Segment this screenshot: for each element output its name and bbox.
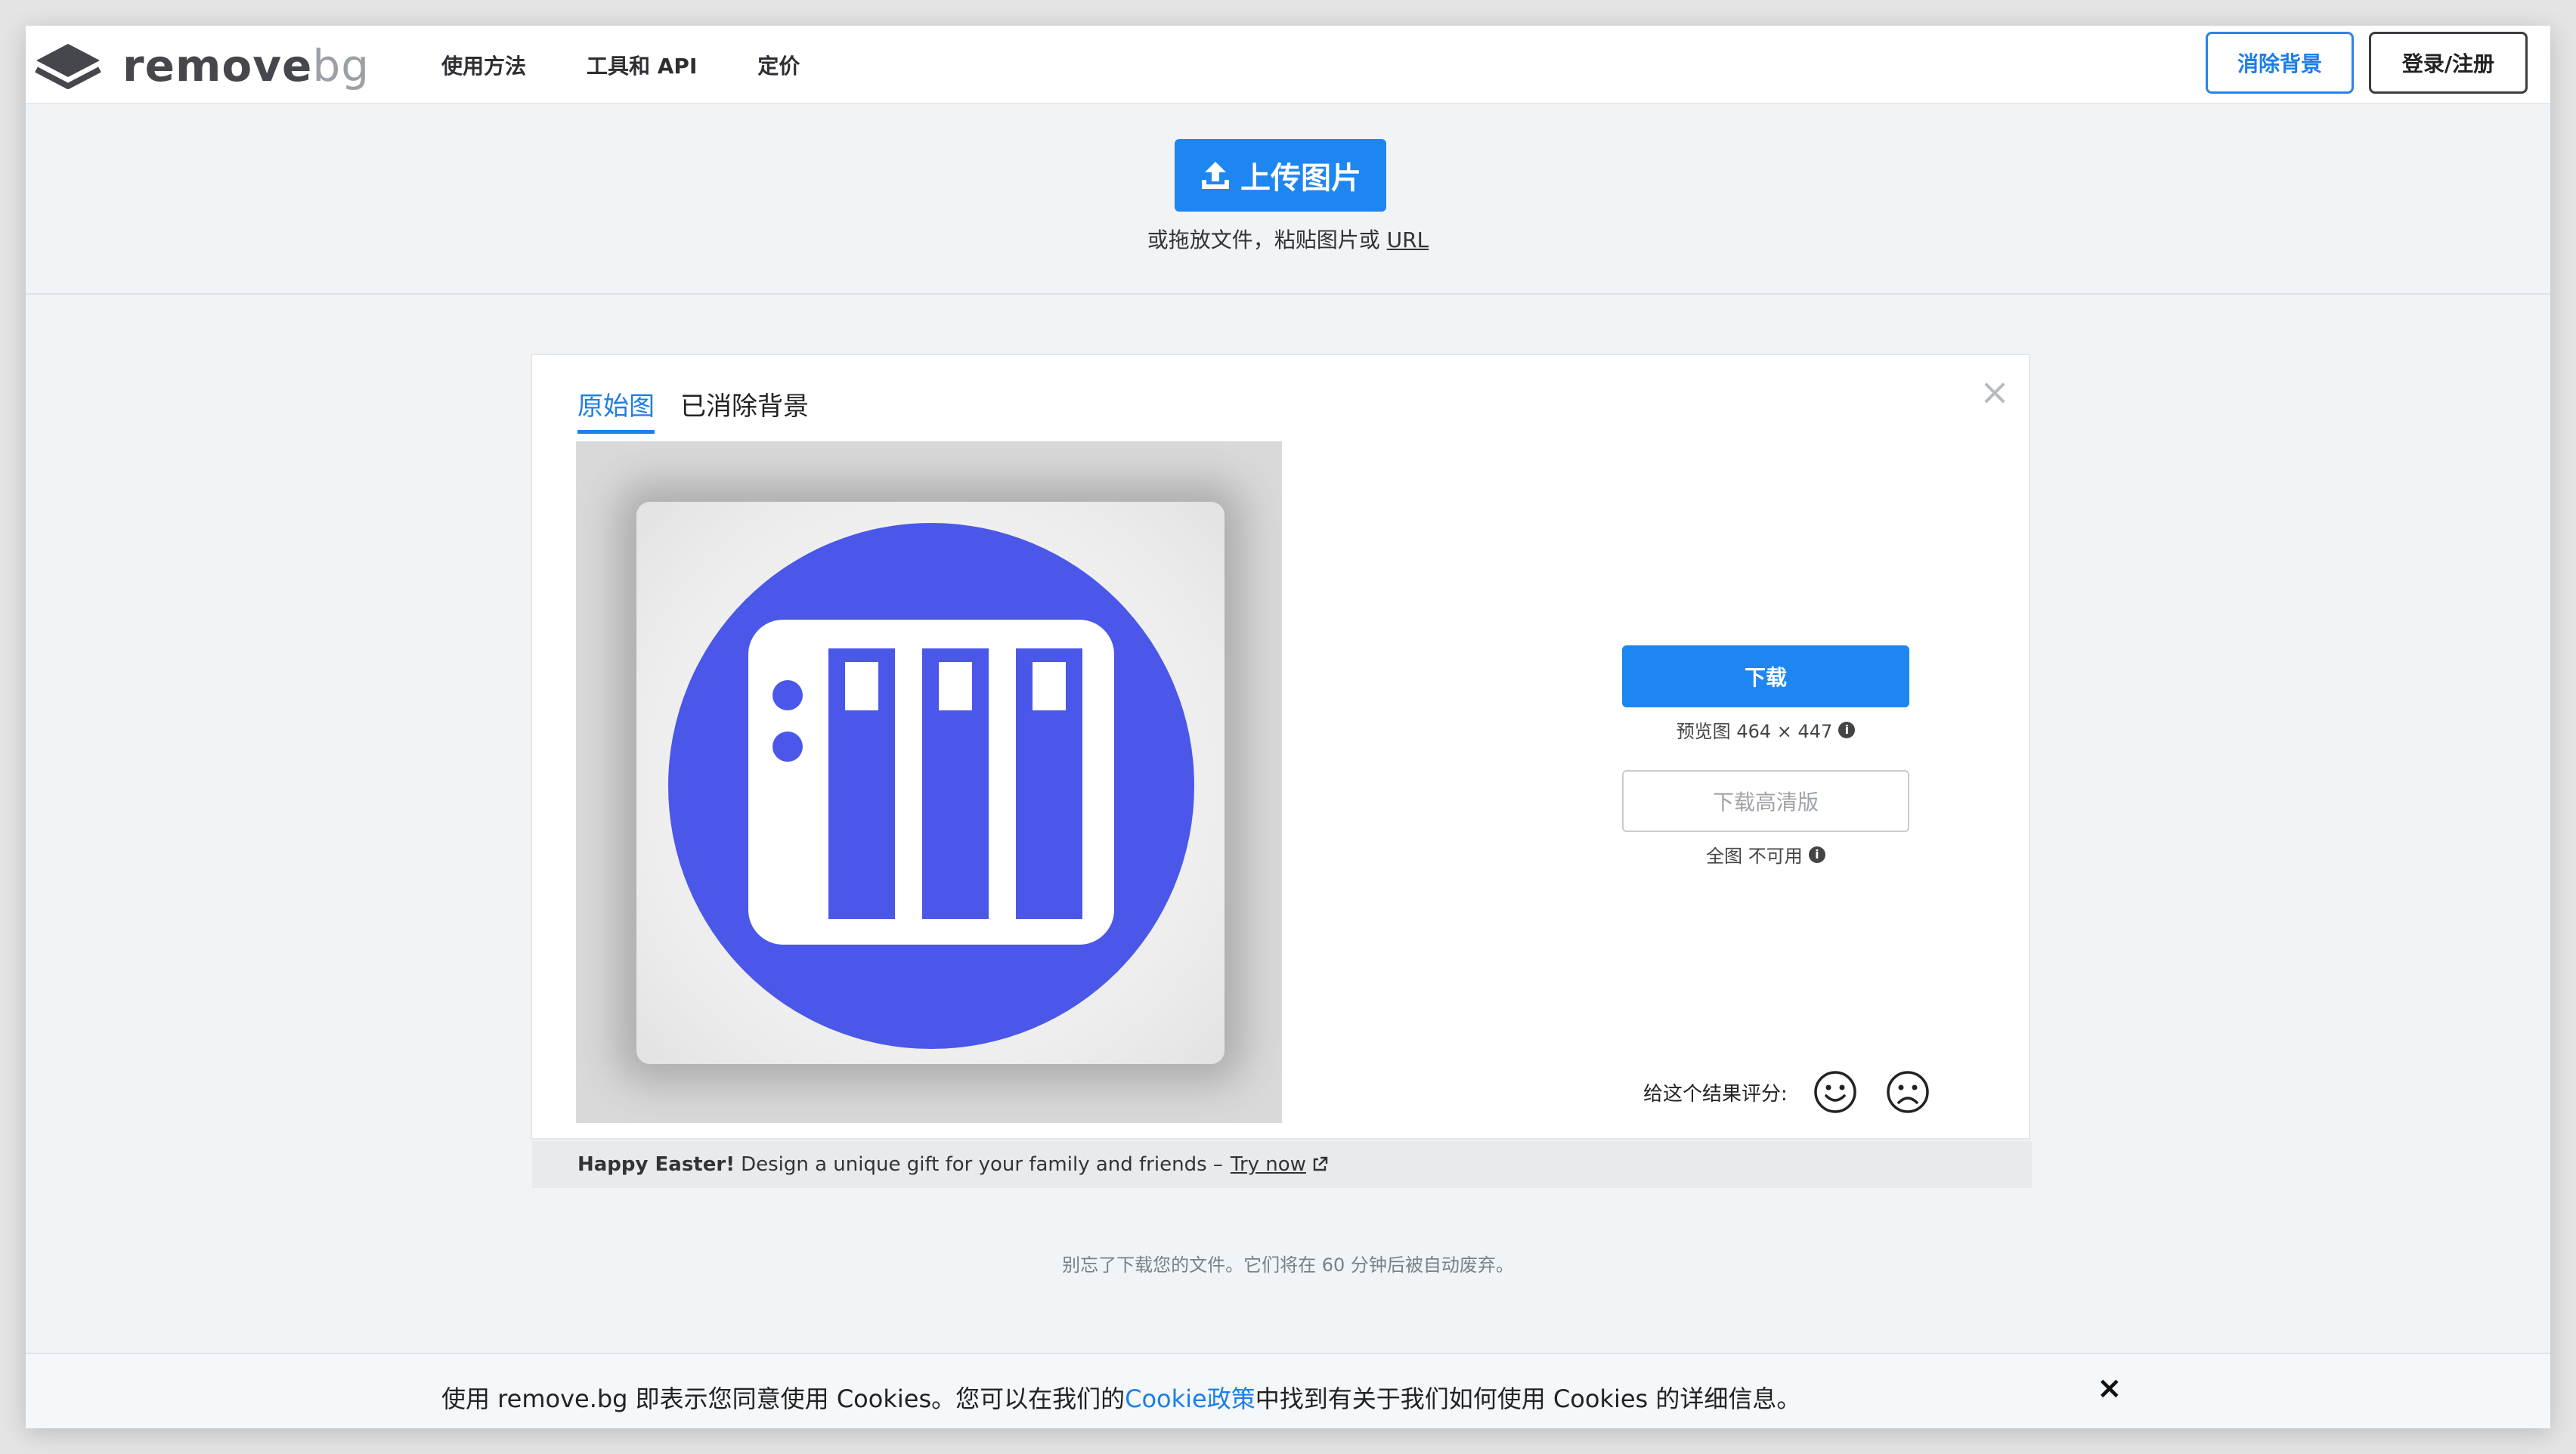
app-icon-image <box>668 523 1194 1049</box>
info-icon[interactable]: i <box>1808 846 1825 863</box>
upload-hint: 或拖放文件，粘贴图片或 URL <box>1147 227 1429 252</box>
external-link-icon <box>1313 1156 1328 1171</box>
info-icon[interactable]: i <box>1838 721 1856 738</box>
download-button[interactable]: 下载 <box>1622 645 1909 707</box>
upload-section: 上传图片 或拖放文件，粘贴图片或 URL <box>26 104 2550 295</box>
nav-link-tools-api[interactable]: 工具和 API <box>587 50 697 80</box>
preview-size-info: 预览图 464 × 447 i <box>1622 716 1909 743</box>
logo[interactable]: removebg <box>35 39 370 92</box>
image-preview <box>576 441 1282 1123</box>
layers-logo-icon <box>35 44 101 89</box>
smile-face-icon[interactable] <box>1813 1070 1857 1114</box>
app-icon-tile <box>636 502 1225 1064</box>
nav-links: 使用方法 工具和 API 定价 <box>441 26 860 104</box>
tab-removed-background[interactable]: 已消除背景 <box>680 385 809 434</box>
upload-icon <box>1202 162 1229 189</box>
download-hd-button[interactable]: 下载高清版 <box>1622 770 1909 832</box>
file-expiry-reminder: 别忘了下载您的文件。它们将在 60 分钟后被自动废弃。 <box>1062 1254 1514 1276</box>
nav-link-pricing[interactable]: 定价 <box>757 50 800 80</box>
cookie-banner: 使用 remove.bg 即表示您同意使用 Cookies。您可以在我们的Coo… <box>26 1353 2550 1428</box>
promo-banner: Happy Easter! Design a unique gift for y… <box>532 1141 2032 1188</box>
close-result-icon[interactable]: × <box>1979 374 2011 410</box>
cookie-text: 使用 remove.bg 即表示您同意使用 Cookies。您可以在我们的Coo… <box>441 1384 1801 1413</box>
rating-row: 给这个结果评分: <box>1643 1070 1958 1114</box>
promo-text: Design a unique gift for your family and… <box>741 1153 1223 1176</box>
upload-button-label: 上传图片 <box>1240 161 1361 196</box>
tab-original[interactable]: 原始图 <box>577 385 655 434</box>
rating-label: 给这个结果评分: <box>1643 1082 1788 1106</box>
nav-link-how-to[interactable]: 使用方法 <box>441 50 526 80</box>
paste-url-link[interactable]: URL <box>1387 227 1429 252</box>
logo-text: removebg <box>122 40 370 91</box>
upload-image-button[interactable]: 上传图片 <box>1175 139 1386 212</box>
sad-face-icon[interactable] <box>1886 1070 1930 1114</box>
cookie-policy-link[interactable]: Cookie政策 <box>1125 1384 1255 1413</box>
result-card: 原始图 已消除背景 × 下载 预览图 464 × 447 i 下载高清版 全图 … <box>531 354 2032 1188</box>
top-navbar: removebg 使用方法 工具和 API 定价 消除背景 登录/注册 <box>26 26 2550 104</box>
image-tabs: 原始图 已消除背景 <box>577 385 834 434</box>
try-now-link[interactable]: Try now <box>1231 1153 1306 1176</box>
login-signup-button[interactable]: 登录/注册 <box>2369 32 2528 94</box>
cookie-close-icon[interactable]: × <box>2097 1371 2122 1406</box>
download-panel: 下载 预览图 464 × 447 i 下载高清版 全图 不可用 i <box>1622 645 1909 868</box>
remove-background-button[interactable]: 消除背景 <box>2206 32 2354 94</box>
hd-availability-info: 全图 不可用 i <box>1622 841 1909 868</box>
browser-window: removebg 使用方法 工具和 API 定价 消除背景 登录/注册 上传图片… <box>26 26 2550 1428</box>
promo-title: Happy Easter! <box>577 1153 735 1176</box>
